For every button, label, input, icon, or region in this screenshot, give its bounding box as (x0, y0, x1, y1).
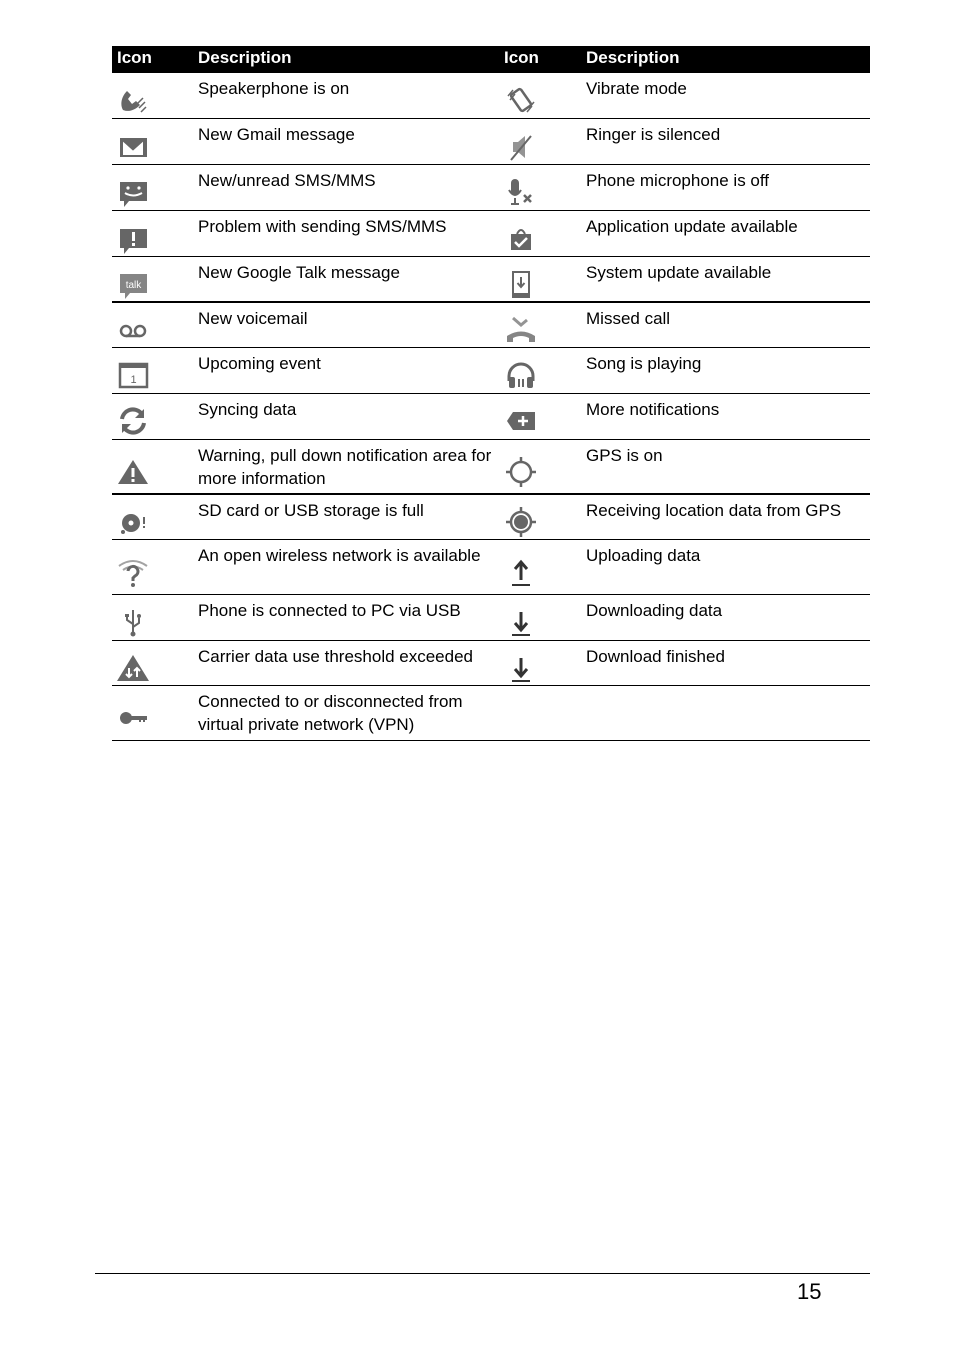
icon-description: Application update available (586, 217, 798, 236)
icon-description: Phone is connected to PC via USB (198, 601, 461, 620)
svg-text:talk: talk (126, 280, 143, 291)
table-row: Speakerphone is on Vibrate mode (112, 73, 870, 119)
headphones-icon (503, 357, 539, 393)
table-row: New voicemail Missed call (112, 303, 870, 348)
icon-description: Uploading data (586, 546, 701, 565)
table-row: SD card or USB storage is full Receiving … (112, 495, 870, 540)
table-row: New Gmail message Ringer is silenced (112, 119, 870, 165)
table-row: Problem with sending SMS/MMS Application … (112, 211, 870, 257)
voicemail-icon (115, 312, 151, 348)
gmail-icon (115, 128, 151, 164)
icon-description: Speakerphone is on (198, 79, 350, 98)
gps-on-icon (503, 454, 539, 490)
table-row: Warning, pull down notification area for… (112, 440, 870, 495)
header-description: Description (198, 48, 292, 67)
icon-description: Download finished (586, 647, 725, 666)
icon-description: SD card or USB storage is full (198, 501, 424, 520)
mic-off-icon (503, 174, 539, 210)
table-row: Syncing data More notifications (112, 394, 870, 440)
sync-icon (115, 403, 151, 439)
page-number: 15 (797, 1279, 822, 1304)
icon-description: System update available (586, 263, 772, 282)
icon-description: An open wireless network is available (198, 546, 481, 565)
app-update-icon (503, 220, 539, 256)
icon-description: New voicemail (198, 309, 308, 328)
icon-description: New/unread SMS/MMS (198, 171, 376, 190)
storage-full-icon (115, 504, 151, 540)
footer-rule (95, 1273, 870, 1274)
icon-description: Ringer is silenced (586, 125, 721, 144)
upload-icon (503, 554, 539, 590)
icon-description: Song is playing (586, 354, 702, 373)
svg-text:1: 1 (130, 374, 136, 386)
speakerphone-icon (115, 82, 151, 118)
icon-description: Connected to or disconnected from virtua… (198, 692, 463, 734)
table-row: Carrier data use threshold exceeded Downl… (112, 641, 870, 686)
usb-icon (115, 604, 151, 640)
missed-call-icon (503, 312, 539, 348)
icon-description: Missed call (586, 309, 671, 328)
system-update-icon (503, 266, 539, 302)
icon-description: Problem with sending SMS/MMS (198, 217, 447, 236)
table-row: Connected to or disconnected from virtua… (112, 686, 870, 741)
icon-description: New Gmail message (198, 125, 355, 144)
more-notifications-icon (503, 403, 539, 439)
icon-description: Vibrate mode (586, 79, 687, 98)
gps-receiving-icon (503, 504, 539, 540)
icon-description: Syncing data (198, 400, 297, 419)
table-row: New/unread SMS/MMS Phone microphone is of… (112, 165, 870, 211)
icon-description: Downloading data (586, 601, 723, 620)
icon-description: More notifications (586, 400, 720, 419)
table-header: Icon Description Icon Description (112, 46, 870, 73)
table-row: An open wireless network is available Upl… (112, 540, 870, 595)
table-row: 1 Upcoming event Song is playing (112, 348, 870, 394)
icon-description: Phone microphone is off (586, 171, 770, 190)
data-warning-icon (115, 650, 151, 686)
icon-description: Upcoming event (198, 354, 321, 373)
icon-description: New Google Talk message (198, 263, 400, 282)
warning-icon (115, 454, 151, 490)
header-icon: Icon (117, 48, 152, 67)
icon-description: Receiving location data from GPS (586, 501, 842, 520)
ringer-silenced-icon (503, 128, 539, 164)
sms-icon (115, 174, 151, 210)
table-row: talk New Google Talk message System update… (112, 257, 870, 303)
vibrate-icon (503, 82, 539, 118)
icon-description: GPS is on (586, 446, 663, 465)
calendar-icon: 1 (115, 357, 151, 393)
table-row: Phone is connected to PC via USB Download… (112, 595, 870, 641)
download-finished-icon (503, 650, 539, 686)
download-icon (503, 604, 539, 640)
open-wifi-icon (115, 554, 151, 590)
vpn-key-icon (115, 700, 151, 736)
icon-description: Carrier data use threshold exceeded (198, 647, 473, 666)
notification-icons-table: Icon Description Icon Description Speake… (112, 46, 870, 741)
header-description-2: Description (586, 48, 680, 67)
icon-description: Warning, pull down notification area for… (198, 446, 492, 488)
header-icon-2: Icon (504, 48, 539, 67)
sms-problem-icon (115, 220, 151, 256)
talk-icon: talk (115, 266, 151, 302)
